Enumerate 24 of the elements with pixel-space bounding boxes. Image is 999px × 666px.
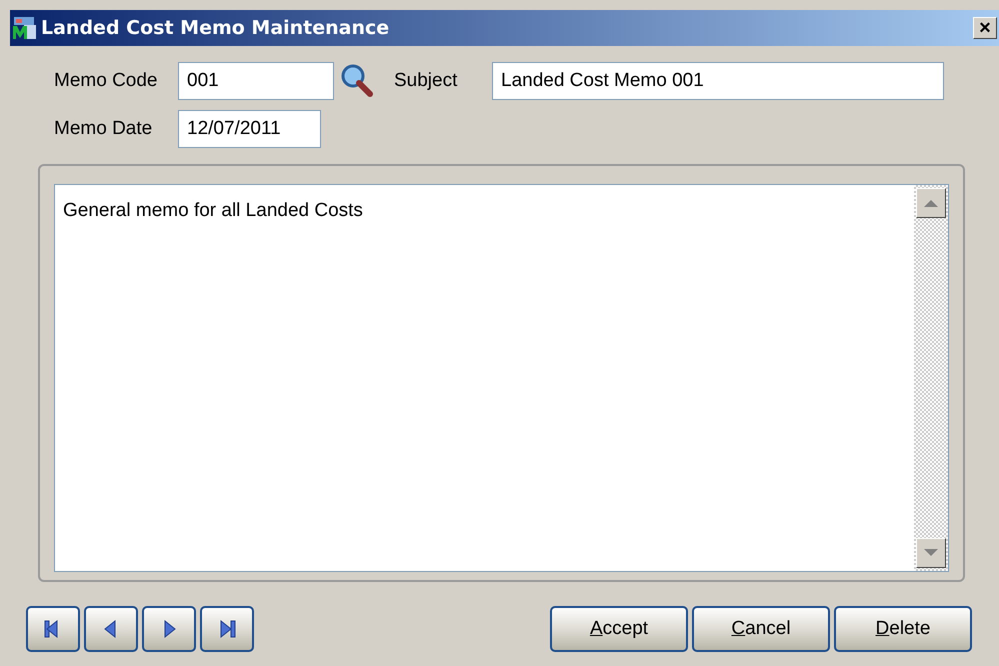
field-label: Memo Code <box>54 68 158 93</box>
field-label: Memo Date <box>54 116 154 141</box>
scrollbar[interactable] <box>914 185 948 571</box>
up-arrow-icon <box>924 199 938 207</box>
field-label: Subject <box>394 68 458 93</box>
input-field[interactable]: 12/07/2011 <box>178 110 321 148</box>
scroll-up-button[interactable] <box>916 188 946 218</box>
next-button[interactable] <box>142 606 196 652</box>
input-field[interactable]: 001 <box>178 62 334 100</box>
memo-text: General memo for all Landed Costs <box>63 200 363 221</box>
memo-field[interactable]: General memo for all Landed Costs <box>54 184 949 572</box>
search-icon[interactable] <box>340 64 374 98</box>
window-title: Landed Cost Memo Maintenance <box>41 16 390 41</box>
action-button[interactable]: Delete <box>834 606 972 652</box>
scroll-down-button[interactable] <box>916 538 946 568</box>
app-icon <box>12 15 38 41</box>
last-button[interactable] <box>200 606 254 652</box>
first-button[interactable] <box>26 606 80 652</box>
previous-button[interactable] <box>84 606 138 652</box>
action-button[interactable]: Cancel <box>692 606 830 652</box>
close-button[interactable]: × <box>973 17 997 39</box>
down-arrow-icon <box>924 549 938 557</box>
input-field[interactable]: Landed Cost Memo 001 <box>492 62 944 100</box>
action-button[interactable]: Accept <box>550 606 688 652</box>
